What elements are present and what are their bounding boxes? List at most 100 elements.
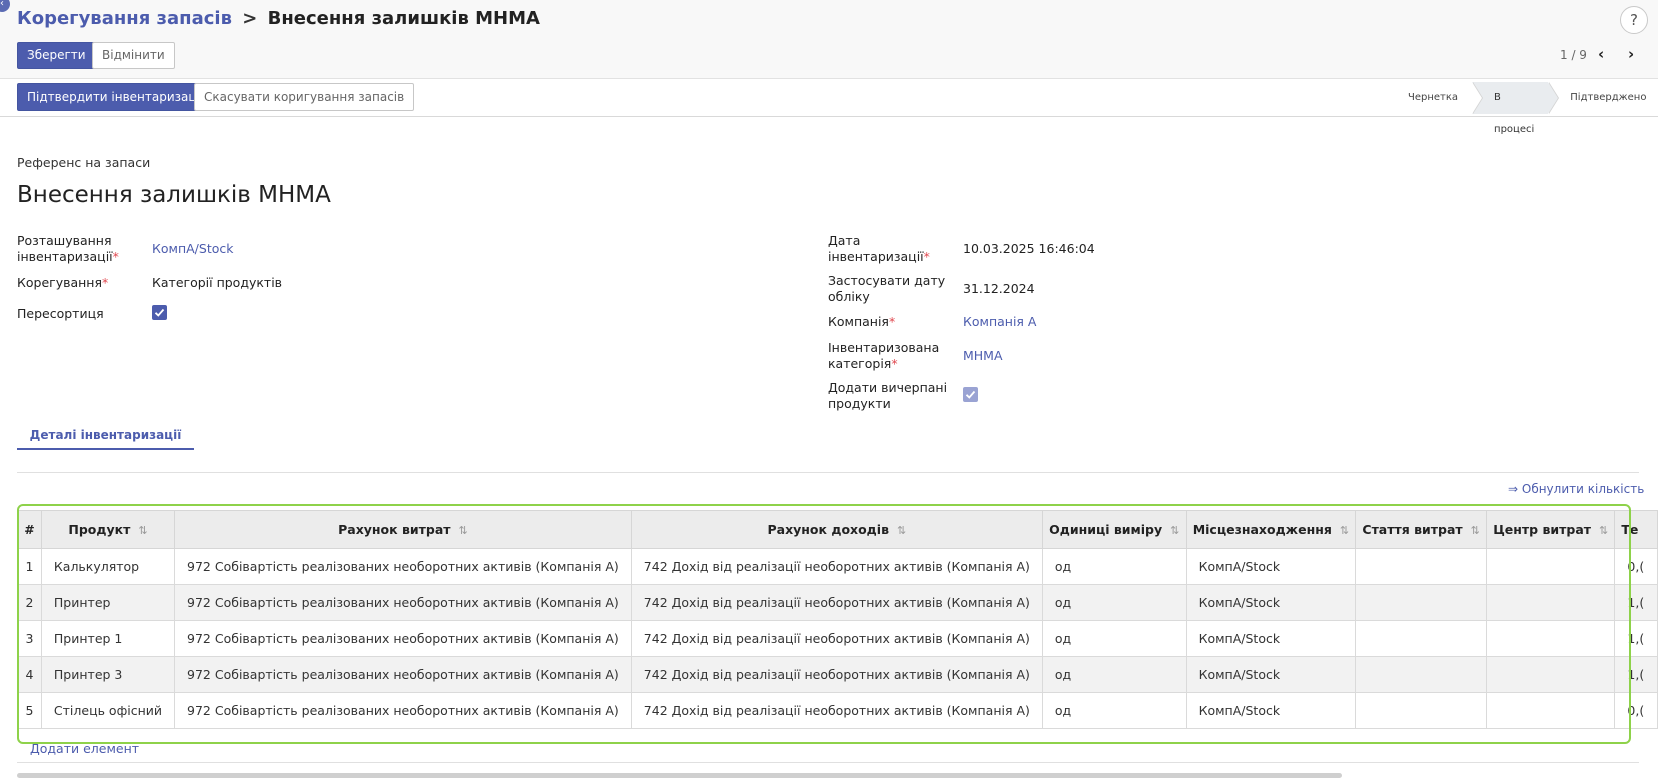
resort-checkbox[interactable] <box>152 305 167 320</box>
cell-cost-center[interactable] <box>1486 620 1616 657</box>
column-header-index: # <box>17 510 42 549</box>
cell-cost-center[interactable] <box>1486 548 1616 585</box>
company-label: Компанія* <box>828 314 895 330</box>
table-row[interactable]: 2 Принтер 972 Собівартість реалізованих … <box>17 584 1658 621</box>
cell-cost-center[interactable] <box>1486 584 1616 621</box>
cell-uom[interactable]: од <box>1041 548 1187 585</box>
cell-income-account[interactable]: 742 Дохід від реалізації необоротних акт… <box>630 620 1043 657</box>
reset-quantities-button[interactable]: ⇒ Обнулити кількість <box>1508 482 1644 496</box>
cell-expense-account[interactable]: 972 Собівартість реалізованих необоротни… <box>174 656 632 693</box>
exhausted-label-line2: продукти <box>828 396 891 411</box>
cell-expense-account[interactable]: 972 Собівартість реалізованих необоротни… <box>174 620 632 657</box>
discard-button[interactable]: Відмінити <box>92 42 175 69</box>
sort-icon[interactable]: ⇅ <box>138 524 147 537</box>
accounting-date-label: Застосувати дату обліку <box>828 273 945 305</box>
exhausted-label: Додати вичерпані продукти <box>828 380 947 412</box>
cell-income-account[interactable]: 742 Дохід від реалізації необоротних акт… <box>630 584 1043 621</box>
cell-cost-item[interactable] <box>1355 656 1488 693</box>
cell-theoretical[interactable]: 1,( <box>1614 620 1658 657</box>
column-header-label: Одиниці виміру <box>1049 522 1163 537</box>
cell-expense-account[interactable]: 972 Собівартість реалізованих необоротни… <box>174 692 632 729</box>
company-field[interactable]: Компанія А <box>963 314 1036 329</box>
cell-cost-center[interactable] <box>1486 692 1616 729</box>
pager-prev-icon[interactable]: ‹ <box>1598 45 1604 63</box>
column-header-cost-item[interactable]: Стаття витрат ⇅ <box>1355 510 1488 549</box>
column-header-expense-account[interactable]: Рахунок витрат ⇅ <box>174 510 632 549</box>
status-bar: Чернетка В процесі Підтверджено <box>1394 82 1658 135</box>
horizontal-scrollbar[interactable] <box>17 773 1342 778</box>
cell-index: 3 <box>17 620 42 657</box>
add-line-button[interactable]: Додати елемент <box>30 741 139 756</box>
cell-location[interactable]: КомпА/Stock <box>1185 656 1357 693</box>
column-header-location[interactable]: Місцезнаходження ⇅ <box>1185 510 1357 549</box>
cell-expense-account[interactable]: 972 Собівартість реалізованих необоротни… <box>174 548 632 585</box>
breadcrumb-current: Внесення залишків МНМА <box>267 8 540 29</box>
cell-theoretical[interactable]: 0,( <box>1614 692 1658 729</box>
column-header-label: Продукт <box>68 522 131 537</box>
cell-theoretical[interactable]: 0,( <box>1614 548 1658 585</box>
cell-location[interactable]: КомпА/Stock <box>1185 620 1357 657</box>
cell-location[interactable]: КомпА/Stock <box>1185 692 1357 729</box>
cell-cost-item[interactable] <box>1355 692 1488 729</box>
cell-theoretical[interactable]: 1,( <box>1614 584 1658 621</box>
cell-uom[interactable]: од <box>1041 692 1187 729</box>
cell-product[interactable]: Принтер <box>40 584 176 621</box>
cell-theoretical[interactable]: 1,( <box>1614 656 1658 693</box>
cell-product[interactable]: Стілець офісний <box>40 692 176 729</box>
help-button[interactable]: ? <box>1620 6 1648 34</box>
cell-cost-item[interactable] <box>1355 548 1488 585</box>
cell-uom[interactable]: од <box>1041 620 1187 657</box>
table-row[interactable]: 5 Стілець офісний 972 Собівартість реалі… <box>17 692 1658 729</box>
confirm-inventory-button[interactable]: Підтвердити інвентаризацію <box>17 83 220 111</box>
cell-cost-item[interactable] <box>1355 620 1488 657</box>
cell-product[interactable]: Принтер 3 <box>40 656 176 693</box>
save-button[interactable]: Зберегти <box>17 42 96 69</box>
exhausted-checkbox[interactable] <box>963 387 978 402</box>
status-step-in-progress[interactable]: В процесі <box>1472 82 1560 135</box>
breadcrumb-separator: > <box>242 8 258 29</box>
table-row[interactable]: 4 Принтер 3 972 Собівартість реалізовани… <box>17 656 1658 693</box>
cell-product[interactable]: Калькулятор <box>40 548 176 585</box>
cell-cost-item[interactable] <box>1355 584 1488 621</box>
required-mark: * <box>888 314 896 329</box>
sort-icon[interactable]: ⇅ <box>1170 524 1179 537</box>
tab-inventory-details[interactable]: Деталі інвентаризації <box>17 422 194 450</box>
cell-income-account[interactable]: 742 Дохід від реалізації необоротних акт… <box>630 692 1043 729</box>
cell-uom[interactable]: од <box>1041 656 1187 693</box>
table-row[interactable]: 3 Принтер 1 972 Собівартість реалізовани… <box>17 620 1658 657</box>
sort-icon[interactable]: ⇅ <box>1340 524 1349 537</box>
sort-icon[interactable]: ⇅ <box>1471 524 1480 537</box>
cancel-adjustment-button[interactable]: Скасувати коригування запасів <box>194 83 415 111</box>
location-field[interactable]: КомпА/Stock <box>152 241 233 256</box>
column-header-product[interactable]: Продукт ⇅ <box>40 510 176 549</box>
location-label-line1: Розташування <box>17 233 112 248</box>
column-header-theoretical[interactable]: Те <box>1614 510 1658 549</box>
accounting-date-field[interactable]: 31.12.2024 <box>963 281 1035 296</box>
cell-uom[interactable]: од <box>1041 584 1187 621</box>
resort-label: Пересортиця <box>17 306 104 321</box>
cell-index: 1 <box>17 548 42 585</box>
column-header-income-account[interactable]: Рахунок доходів ⇅ <box>630 510 1043 549</box>
date-field[interactable]: 10.03.2025 16:46:04 <box>963 241 1095 256</box>
sort-icon[interactable]: ⇅ <box>897 524 906 537</box>
pager-counter[interactable]: 1 / 9 <box>1560 48 1587 62</box>
sort-icon[interactable]: ⇅ <box>459 524 468 537</box>
status-step-confirmed[interactable]: Підтверджено <box>1548 82 1658 114</box>
column-header-uom[interactable]: Одиниці виміру ⇅ <box>1041 510 1187 549</box>
pager-next-icon[interactable]: › <box>1628 45 1634 63</box>
breadcrumb-parent-link[interactable]: Корегування запасів <box>17 8 232 29</box>
column-header-cost-center[interactable]: Центр витрат ⇅ <box>1486 510 1616 549</box>
cell-income-account[interactable]: 742 Дохід від реалізації необоротних акт… <box>630 548 1043 585</box>
cell-location[interactable]: КомпА/Stock <box>1185 548 1357 585</box>
sort-icon[interactable]: ⇅ <box>1599 524 1608 537</box>
cell-cost-center[interactable] <box>1486 656 1616 693</box>
page-title[interactable]: Внесення залишків МНМА <box>17 182 331 208</box>
cell-location[interactable]: КомпА/Stock <box>1185 584 1357 621</box>
cell-expense-account[interactable]: 972 Собівартість реалізованих необоротни… <box>174 584 632 621</box>
category-field[interactable]: МНМА <box>963 348 1003 363</box>
cell-income-account[interactable]: 742 Дохід від реалізації необоротних акт… <box>630 656 1043 693</box>
status-step-draft[interactable]: Чернетка <box>1394 82 1484 114</box>
cell-product[interactable]: Принтер 1 <box>40 620 176 657</box>
adjustment-field[interactable]: Категорії продуктів <box>152 275 282 290</box>
table-row[interactable]: 1 Калькулятор 972 Собівартість реалізова… <box>17 548 1658 585</box>
